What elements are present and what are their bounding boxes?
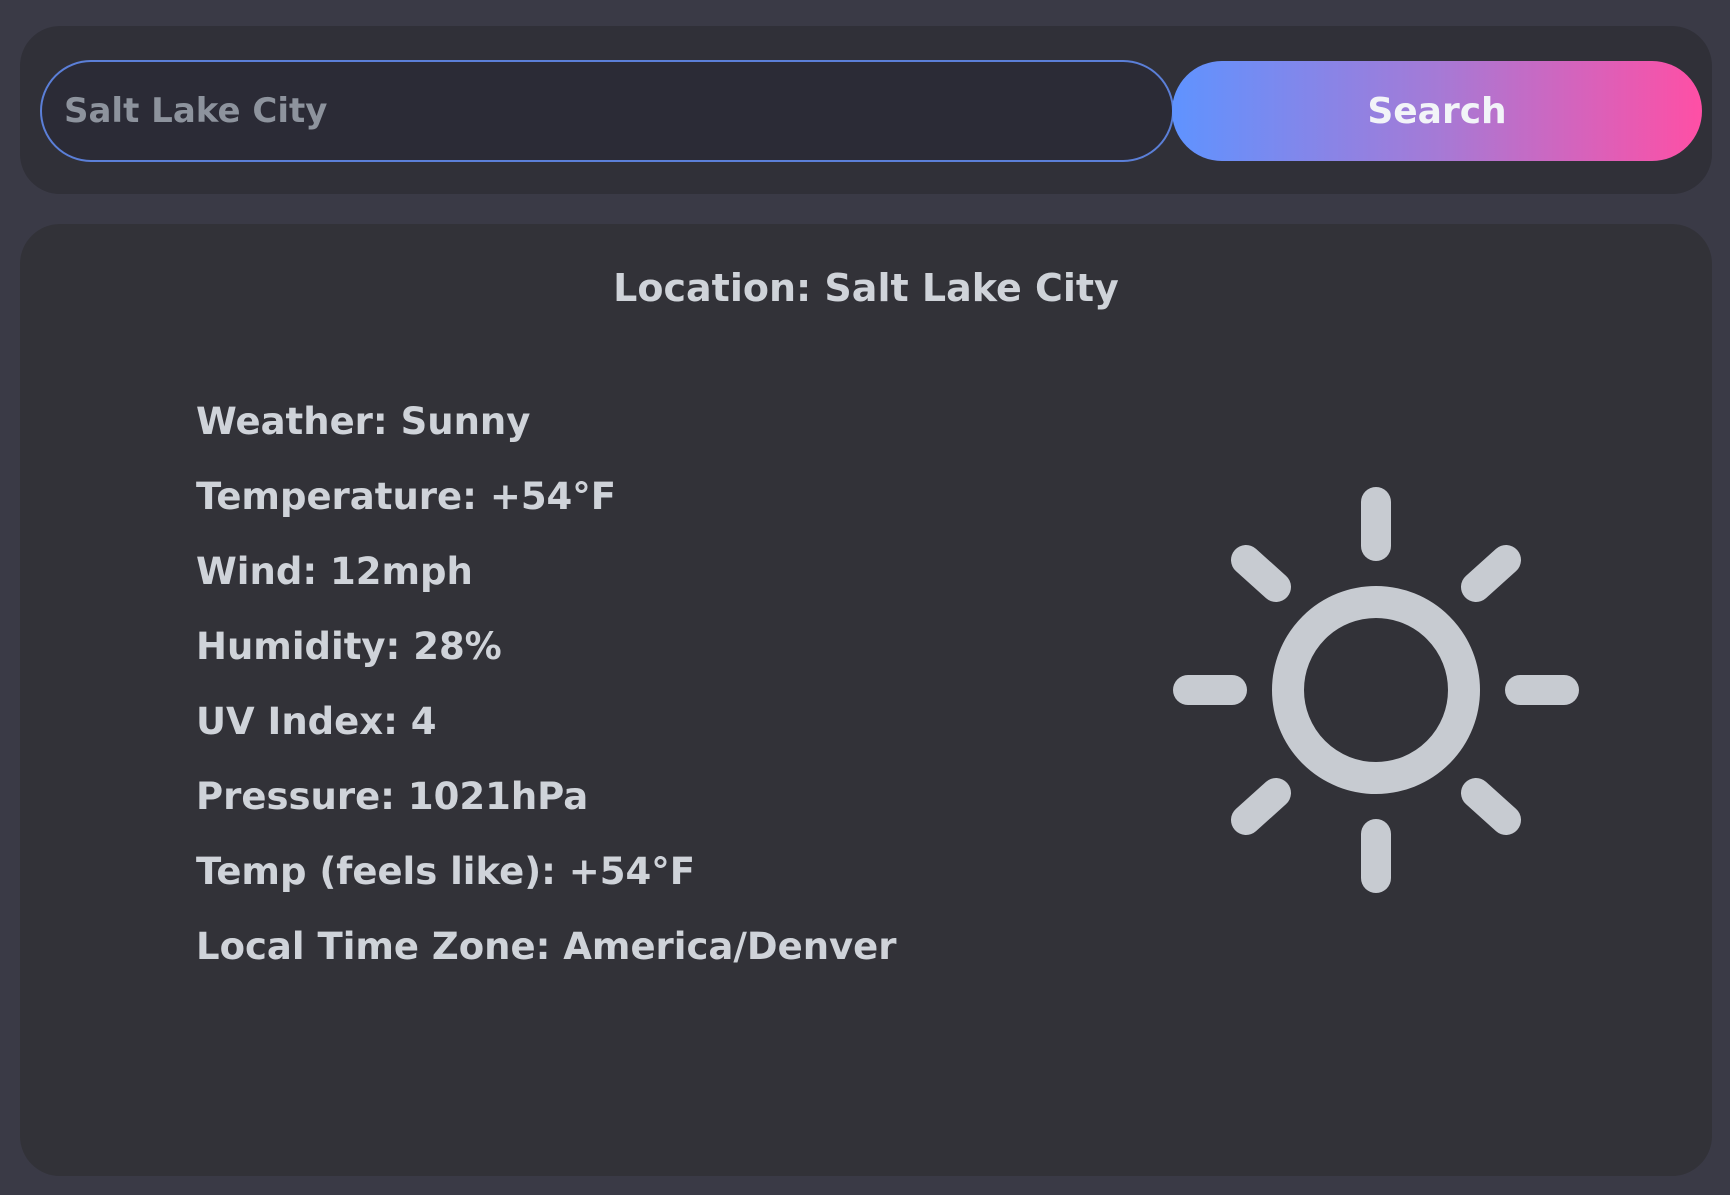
weather-card: Location: Salt Lake City Weather: Sunny … — [20, 224, 1712, 1176]
sun-icon — [1173, 487, 1579, 893]
search-panel: Search — [20, 26, 1712, 194]
location-title: Location: Salt Lake City — [613, 266, 1119, 310]
search-input[interactable] — [40, 60, 1174, 162]
temperature: Temperature: +54°F — [196, 475, 617, 518]
wind: Wind: 12mph — [196, 550, 473, 593]
search-button[interactable]: Search — [1172, 61, 1702, 161]
weather-details-list: Weather: Sunny Temperature: +54°F Wind: … — [196, 384, 897, 984]
weather-condition: Weather: Sunny — [196, 400, 531, 443]
uv-index: UV Index: 4 — [196, 700, 437, 743]
local-time-zone: Local Time Zone: America/Denver — [196, 925, 897, 968]
pressure: Pressure: 1021hPa — [196, 775, 589, 818]
humidity: Humidity: 28% — [196, 625, 502, 668]
feels-like-temperature: Temp (feels like): +54°F — [196, 850, 696, 893]
